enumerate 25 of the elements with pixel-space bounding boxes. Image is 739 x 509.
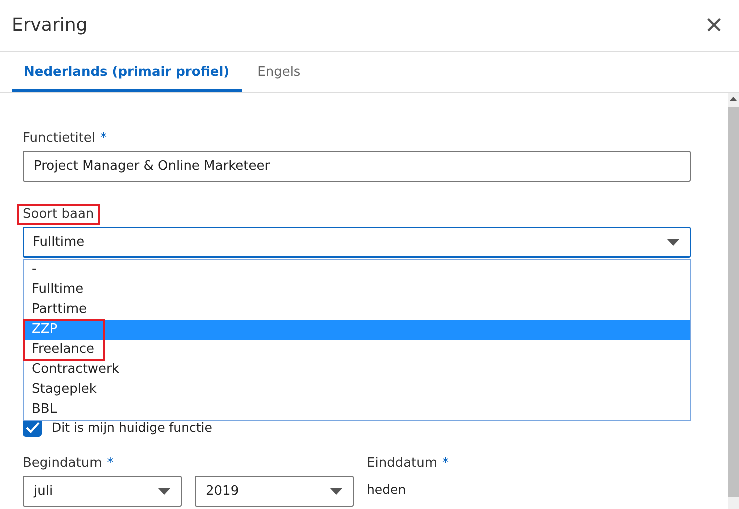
field-label: Einddatum * — [367, 456, 450, 471]
language-tab[interactable]: Nederlands (primair profiel) — [12, 52, 242, 92]
year-select[interactable]: 2019 — [195, 476, 354, 507]
end-date-value: heden — [367, 482, 406, 497]
checkbox-label: Dit is mijn huidige functie — [52, 420, 212, 435]
caret-icon — [667, 238, 680, 246]
dropdown-option[interactable]: Contractwerk — [24, 360, 690, 380]
scrollbar[interactable] — [728, 93, 739, 509]
month-select[interactable]: juli — [23, 476, 182, 507]
field-label: Functietitel * — [23, 131, 108, 146]
caret-icon — [158, 488, 171, 495]
field-label: Begindatum * — [23, 456, 114, 471]
language-tab[interactable]: Engels — [246, 52, 313, 92]
field-label: Soort baan — [20, 207, 98, 222]
dropdown-option[interactable]: - — [24, 260, 690, 280]
close-button[interactable]: × — [705, 10, 723, 40]
dropdown-option[interactable]: Parttime — [24, 300, 690, 320]
dropdown-option[interactable]: Stageplek — [24, 380, 690, 400]
caret-icon — [330, 488, 343, 495]
dropdown-option[interactable]: BBL — [24, 400, 690, 420]
scroll-up-arrow-icon[interactable] — [730, 97, 737, 101]
dialog-title: Ervaring — [12, 15, 88, 36]
job-title-field[interactable]: Project Manager & Online Marketeer — [23, 151, 691, 182]
dropdown-option[interactable]: Freelance — [24, 340, 690, 360]
dropdown-option[interactable]: Fulltime — [24, 280, 690, 300]
